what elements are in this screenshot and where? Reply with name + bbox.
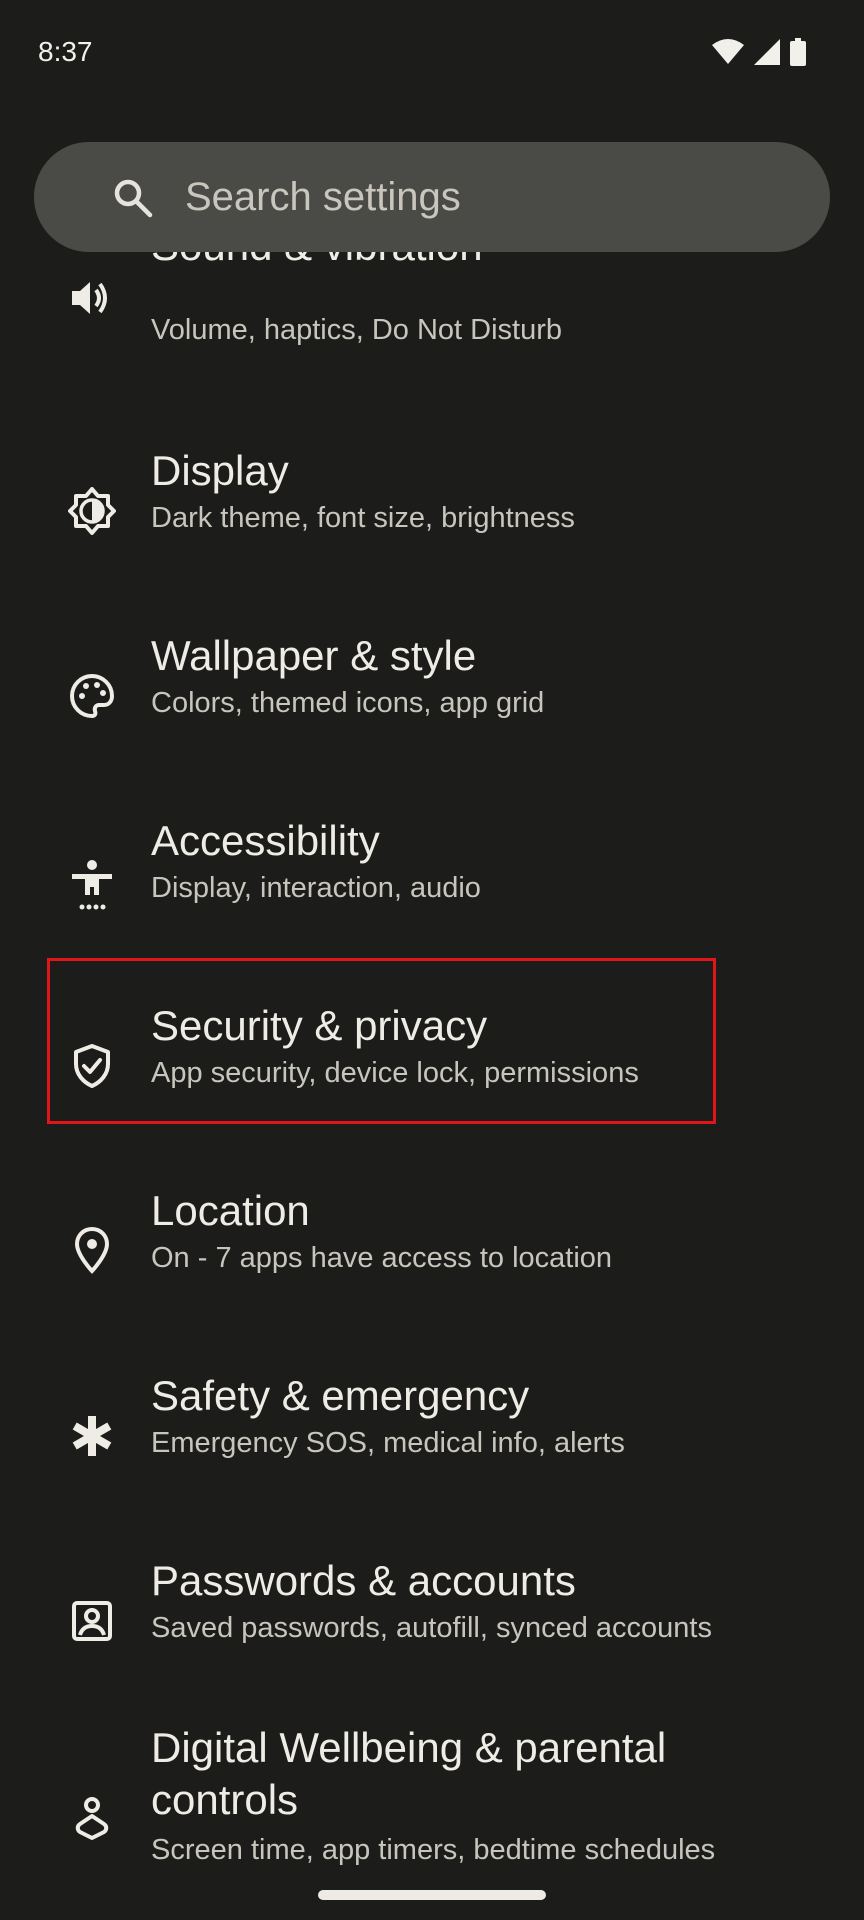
settings-item-passwords[interactable]: Passwords & accounts Saved passwords, au… [0,1547,864,1697]
settings-item-title: Sound & vibration [151,252,651,270]
accessibility-icon [68,859,116,910]
wifi-icon [712,39,744,65]
settings-item-subtitle: Volume, haptics, Do Not Disturb [151,314,563,346]
search-bar[interactable] [34,142,830,252]
settings-item-title: Safety & emergency [151,1372,530,1419]
settings-item-title: Accessibility [151,817,380,864]
search-icon [112,177,154,224]
volume-icon [68,276,116,324]
account-box-icon [68,1597,116,1645]
wellbeing-icon [68,1794,116,1842]
settings-item-title: Wallpaper & style [151,632,477,679]
settings-item-display[interactable]: Display Dark theme, font size, brightnes… [0,437,864,587]
settings-item-subtitle: Saved passwords, autofill, synced accoun… [151,1612,712,1644]
settings-item-safety[interactable]: Safety & emergency Emergency SOS, medica… [0,1362,864,1512]
location-pin-icon [68,1225,116,1274]
settings-screen: 8:37 Search settings Volume, haptics, Do… [0,0,864,1920]
palette-icon [68,672,116,720]
cell-signal-icon [754,39,780,65]
settings-item-wallpaper[interactable]: Wallpaper & style Colors, themed icons, … [0,622,864,772]
settings-item-subtitle: On - 7 apps have access to location [151,1242,613,1274]
brightness-icon [68,487,116,535]
settings-item-subtitle: Emergency SOS, medical info, alerts [151,1427,625,1459]
settings-item-subtitle: Screen time, app timers, bedtime schedul… [151,1834,716,1866]
status-time: 8:37 [38,36,93,67]
settings-item-accessibility[interactable]: Accessibility Display, interaction, audi… [0,807,864,957]
settings-item-digital-wellbeing[interactable]: Digital Wellbeing & parental controls Sc… [0,1724,864,1872]
status-bar: 8:37 [0,0,864,110]
settings-item-title-line2: controls [151,1776,299,1823]
battery-icon [790,38,806,66]
settings-item-title: Display [151,447,289,494]
settings-item-title: Location [151,1187,310,1234]
search-input[interactable] [185,170,785,224]
status-icons [712,38,806,66]
highlight-box [47,958,716,1124]
settings-item-sound[interactable]: Sound & vibration Volume, haptics, Do No… [0,252,864,362]
settings-item-subtitle: Dark theme, font size, brightness [151,502,575,534]
settings-item-title: Passwords & accounts [151,1557,576,1604]
asterisk-icon [68,1412,116,1460]
home-indicator[interactable] [318,1890,546,1900]
settings-item-location[interactable]: Location On - 7 apps have access to loca… [0,1177,864,1327]
settings-item-subtitle: Display, interaction, audio [151,872,481,904]
settings-item-subtitle: Colors, themed icons, app grid [151,687,545,719]
settings-item-title-line1: Digital Wellbeing & parental [151,1724,667,1771]
